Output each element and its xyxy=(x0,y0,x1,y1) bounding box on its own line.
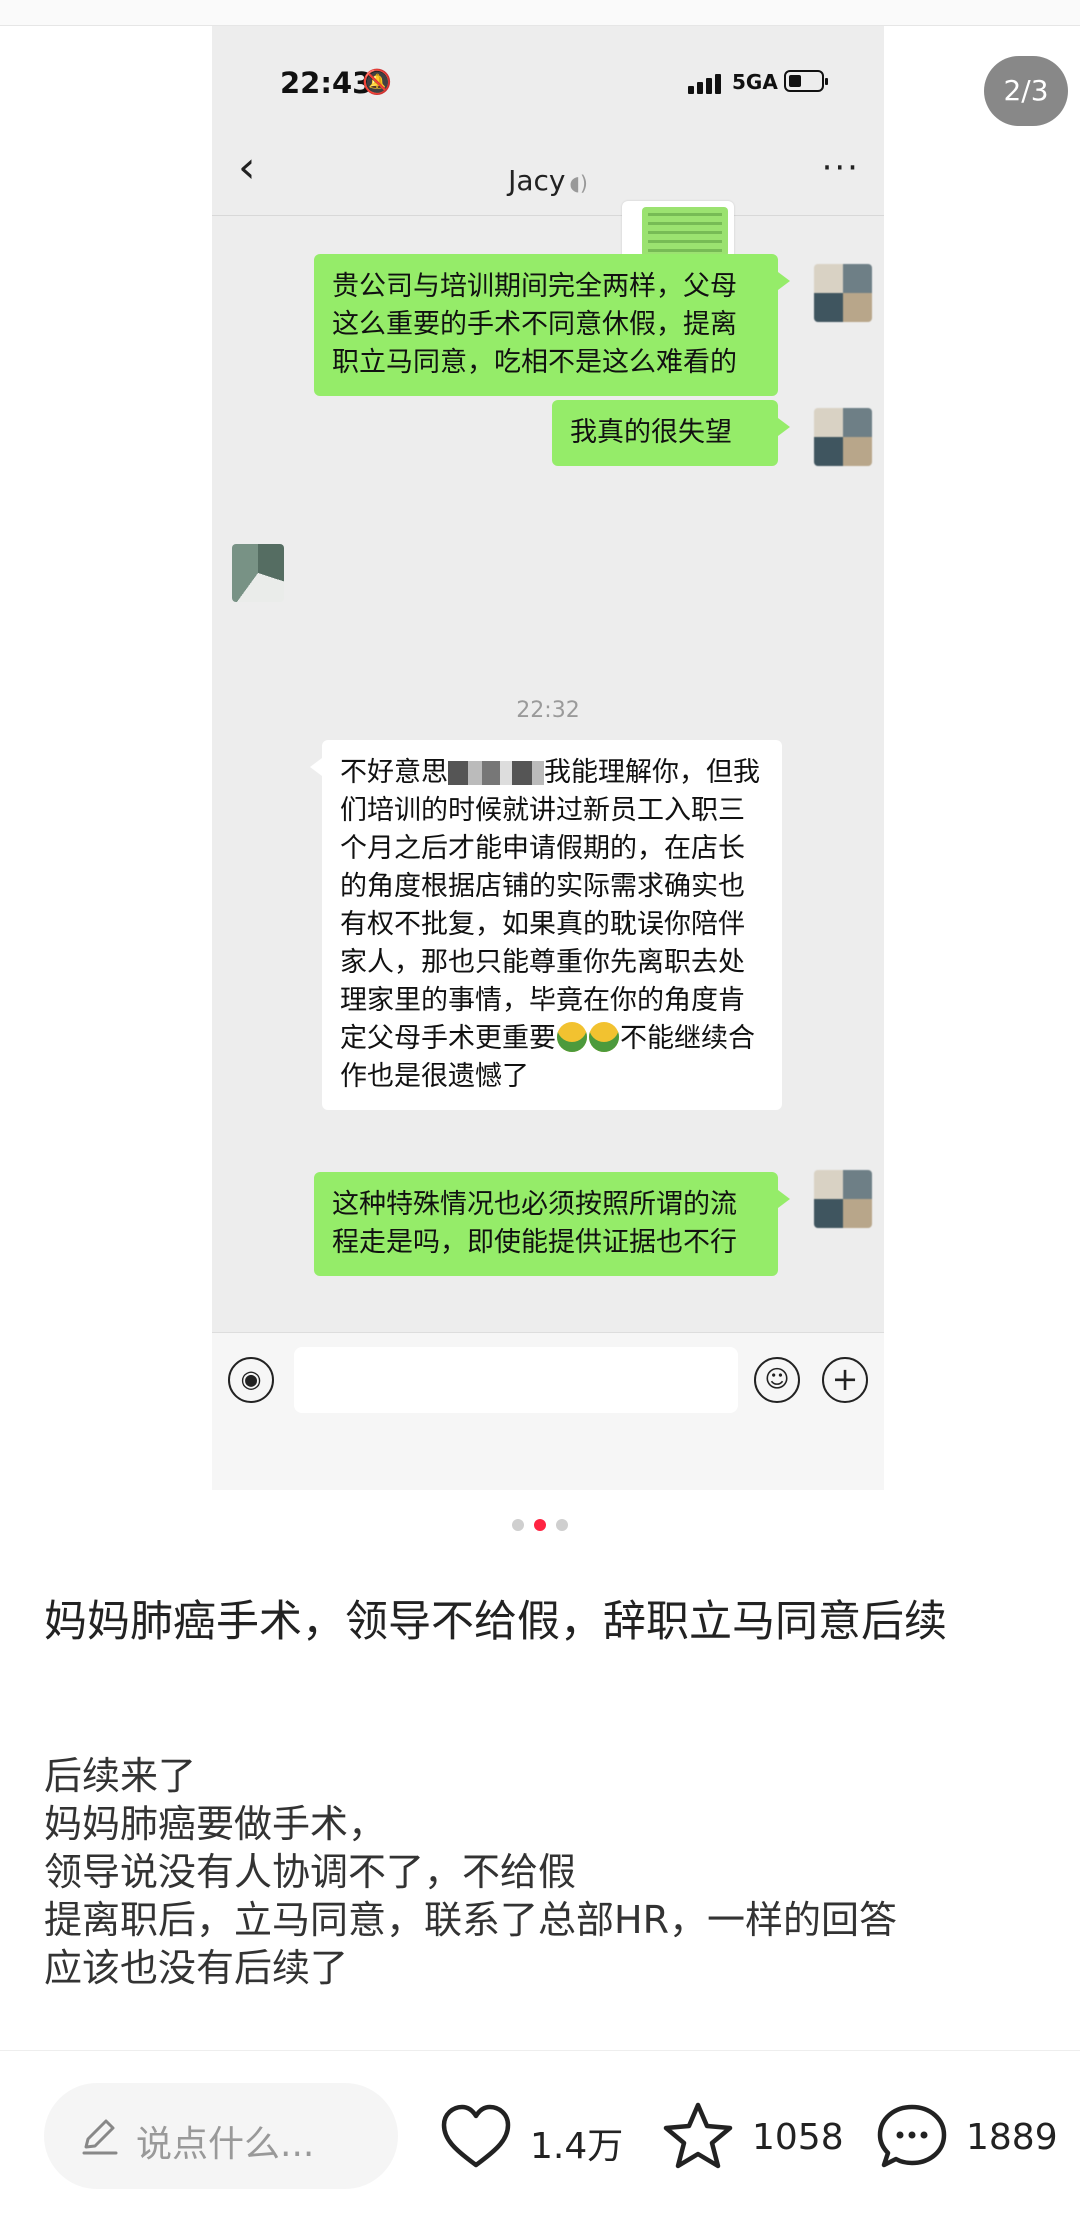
carousel-dot-active[interactable] xyxy=(534,1519,546,1531)
comment-count: 1889 xyxy=(966,2117,1058,2158)
status-time: 22:43 xyxy=(280,66,373,100)
chat-title: Jacy ◖) xyxy=(212,164,884,197)
emoji-icon xyxy=(557,1022,587,1052)
comment-placeholder: 说点什么... xyxy=(136,2124,315,2165)
battery-icon xyxy=(784,70,828,92)
plus-icon: + xyxy=(822,1357,868,1403)
post-image[interactable]: 22:43 🔕 5GA ‹ Jacy ◖) ··· 贵公司与培训期间完全两样，父母… xyxy=(212,26,884,1490)
message-text: 不好意思 xyxy=(340,757,448,788)
avatar-self xyxy=(814,264,872,322)
comment-bubble-icon xyxy=(877,2104,947,2168)
image-counter: 2/3 xyxy=(984,56,1068,126)
chat-input-field xyxy=(294,1347,738,1413)
post-body-line: 应该也没有后续了 xyxy=(44,1946,349,1990)
carousel-indicator[interactable] xyxy=(0,1516,1080,1535)
bottom-action-bar: 说点什么... 1.4万 1058 1889 xyxy=(0,2050,1080,2217)
chat-header: ‹ Jacy ◖) ··· xyxy=(212,126,884,216)
voice-indicator-icon: ◖) xyxy=(569,171,588,195)
post-body: 后续来了 妈妈肺癌要做手术， 领导说没有人协调不了，不给假 提离职后，立马同意，… xyxy=(44,1752,1054,2050)
like-count: 1.4万 xyxy=(530,2126,624,2167)
carousel-dot[interactable] xyxy=(512,1519,524,1531)
chat-time-divider: 22:32 xyxy=(516,698,580,723)
avatar-self xyxy=(814,408,872,466)
phone-status-bar: 22:43 🔕 5GA xyxy=(212,26,884,126)
carousel-dot[interactable] xyxy=(556,1519,568,1531)
chat-input-bar: ◉ ☺ + xyxy=(212,1332,884,1490)
pen-icon xyxy=(82,2119,118,2155)
message-bubble-self: 贵公司与培训期间完全两样，父母这么重要的手术不同意休假，提离职立马同意，吃相不是… xyxy=(314,254,790,396)
voice-input-icon: ◉ xyxy=(228,1357,274,1403)
post-body-line: 领导说没有人协调不了，不给假 xyxy=(44,1850,577,1894)
redaction-mosaic xyxy=(448,761,544,785)
message-bubble-other: 不好意思 我能理解你，但我们培训的时候就讲过新员工入职三个月之后才能申请假期的，在… xyxy=(310,740,782,1110)
emoji-picker-icon: ☺ xyxy=(754,1357,800,1403)
message-text: 我能理解你，但我们培训的时候就讲过新员工入职三个月之后才能申请假期的，在店长的角… xyxy=(340,757,760,1054)
heart-icon xyxy=(441,2104,511,2168)
avatar-other xyxy=(232,544,284,602)
post-body-line: 后续来了 xyxy=(44,1754,197,1798)
post-title: 妈妈肺癌手术，领导不给假，辞职立马同意后续 xyxy=(44,1597,947,1647)
post-body-line: 提离职后，立马同意，联系了总部HR，一样的回答 xyxy=(44,1898,897,1942)
signal-icon xyxy=(688,72,726,94)
post-body-line: 妈妈肺癌要做手术， xyxy=(44,1802,387,1846)
emoji-icon xyxy=(589,1022,619,1052)
chat-title-text: Jacy xyxy=(508,164,566,197)
message-bubble-self: 我真的很失望 xyxy=(552,400,790,466)
star-icon xyxy=(663,2102,733,2169)
top-divider xyxy=(0,0,1080,26)
more-icon: ··· xyxy=(821,148,860,188)
message-bubble-self: 这种特殊情况也必须按照所谓的流程走是吗，即使能提供证据也不行 xyxy=(314,1172,790,1276)
network-label: 5GA xyxy=(732,70,778,94)
comment-input[interactable]: 说点什么... xyxy=(44,2083,398,2189)
avatar-self xyxy=(814,1170,872,1228)
favorite-count: 1058 xyxy=(752,2117,844,2158)
mute-bell-icon: 🔕 xyxy=(362,68,392,96)
